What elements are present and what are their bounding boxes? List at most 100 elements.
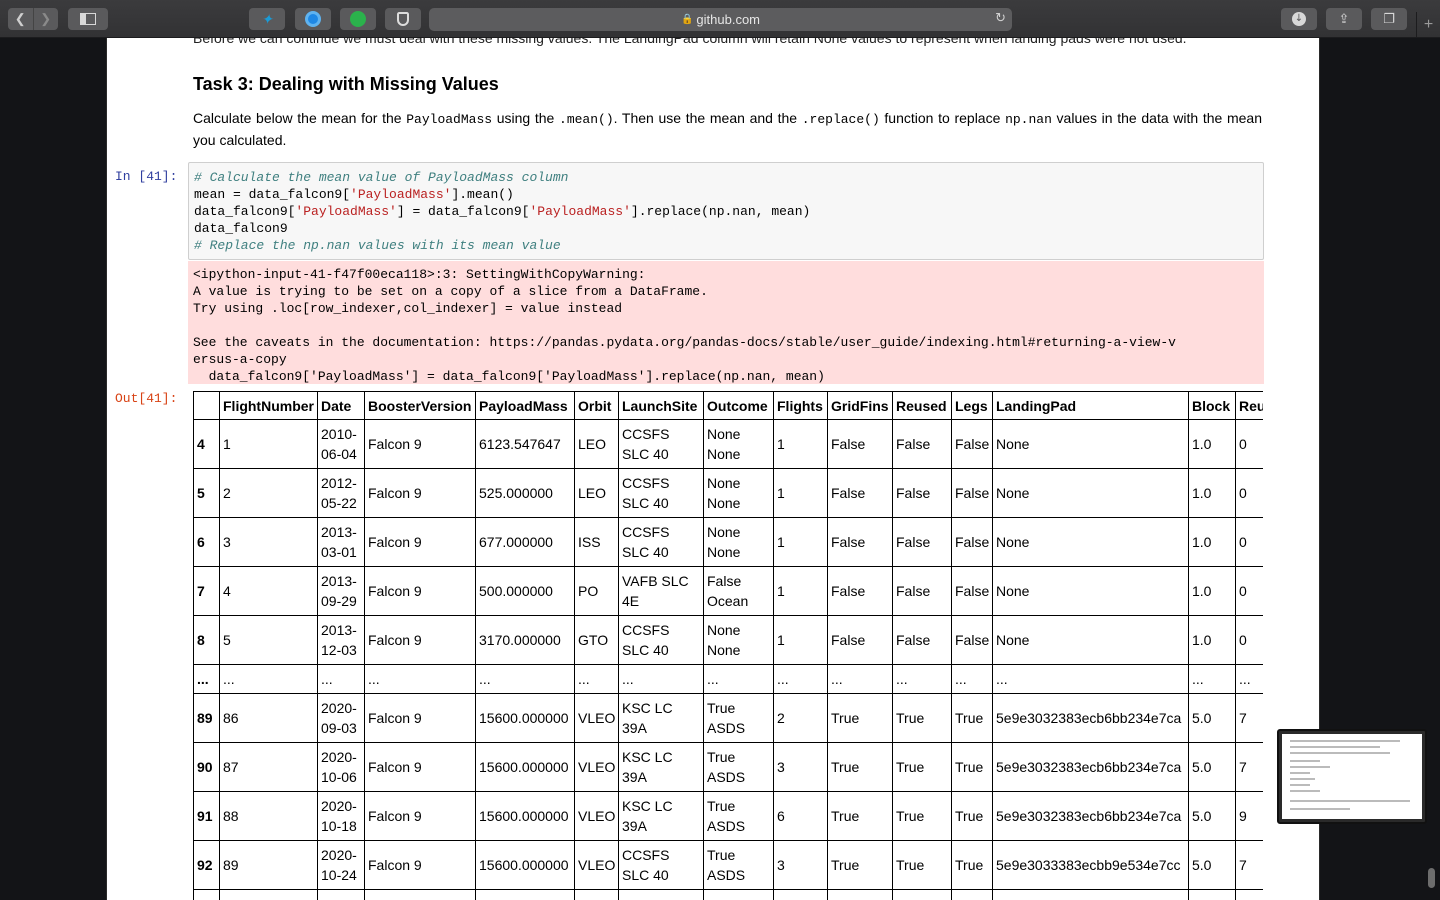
section-heading: Task 3: Dealing with Missing Values: [193, 74, 499, 94]
table-cell: [992, 889, 1189, 900]
row-index: 8: [193, 615, 220, 665]
row-index: [193, 889, 220, 900]
table-cell: False: [892, 468, 952, 518]
table-cell: CCSFS SLC 40: [618, 419, 704, 469]
table-cell: False: [951, 517, 993, 567]
table-cell: 9: [1235, 791, 1263, 841]
grammarly-icon: [350, 11, 366, 27]
lock-icon: 🔒: [680, 14, 694, 25]
table-cell: 5.0: [1188, 840, 1236, 890]
column-header: Outcome: [703, 391, 774, 420]
table-cell: Falcon 9: [364, 517, 476, 567]
table-cell: ...: [827, 664, 893, 694]
accessibility-icon: ✦: [261, 11, 273, 27]
browser-toolbar: ❮ ❯ ✦ 🔒 github.com ↻ ↓ ⇪ ❐ +: [0, 0, 1440, 38]
table-cell: 2020-10-24: [317, 840, 365, 890]
table-cell: True: [827, 791, 893, 841]
table-cell: 1: [773, 468, 828, 518]
table-cell: Falcon 9: [364, 468, 476, 518]
table-cell: 1: [773, 566, 828, 616]
table-cell: [951, 889, 993, 900]
table-cell: False: [951, 615, 993, 665]
table-cell: False: [951, 419, 993, 469]
table-cell: ...: [773, 664, 828, 694]
table-cell: ...: [618, 664, 704, 694]
table-cell: LEO: [574, 468, 619, 518]
table-cell: CCSFS SLC 40: [618, 840, 704, 890]
warning-line: See the caveats in the documentation: ht…: [193, 335, 1176, 350]
table-cell: 5.0: [1188, 693, 1236, 743]
table-row: 5 2 2012-05-22 Falcon 9 525.000000 LEO CCSFS S…: [193, 468, 1263, 518]
column-header: BoosterVersion: [364, 391, 476, 420]
downloads-button[interactable]: ↓: [1281, 8, 1317, 30]
table-cell: True: [827, 693, 893, 743]
table-row: 89 86 2020-09-03 Falcon 9 15600.000000 VLEO KS…: [193, 693, 1263, 743]
column-header: Date: [317, 391, 365, 420]
table-cell: ...: [574, 664, 619, 694]
table-row: 8 5 2013-12-03 Falcon 9 3170.000000 GTO CCSFS …: [193, 615, 1263, 665]
table-cell: True ASDS: [703, 742, 774, 792]
table-cell: None None: [703, 468, 774, 518]
table-cell: GTO: [574, 615, 619, 665]
table-cell: None: [992, 517, 1189, 567]
table-cell: 2: [219, 468, 318, 518]
column-header: LaunchSite: [618, 391, 704, 420]
extension-button-4[interactable]: [385, 8, 421, 30]
new-tab-button[interactable]: +: [1416, 12, 1440, 38]
table-cell: [773, 889, 828, 900]
table-cell: ...: [364, 664, 476, 694]
table-cell: ...: [703, 664, 774, 694]
row-index: 4: [193, 419, 220, 469]
table-row: ........................................…: [193, 664, 1263, 694]
table-cell: ...: [992, 664, 1189, 694]
table-cell: False: [827, 419, 893, 469]
table-row: 7 4 2013-09-29 Falcon 9 500.000000 PO VAFB SLC…: [193, 566, 1263, 616]
table-cell: 86: [219, 693, 318, 743]
table-cell: None None: [703, 419, 774, 469]
table-cell: 15600.000000: [475, 693, 575, 743]
code-cell[interactable]: # Calculate the mean value of PayloadMas…: [188, 162, 1264, 260]
table-cell: LEO: [574, 419, 619, 469]
row-index: 91: [193, 791, 220, 841]
tabs-overview-button[interactable]: ❐: [1371, 8, 1407, 30]
table-cell: True: [827, 840, 893, 890]
table-cell: 6123.547647: [475, 419, 575, 469]
address-bar[interactable]: 🔒 github.com ↻: [429, 8, 1012, 31]
input-prompt: In [41]:: [115, 169, 178, 184]
warning-line: ersus-a-copy: [193, 352, 287, 367]
table-cell: 5: [219, 615, 318, 665]
column-header: Legs: [951, 391, 993, 420]
table-cell: 6: [773, 791, 828, 841]
forward-button[interactable]: ❯: [32, 8, 59, 30]
table-cell: 87: [219, 742, 318, 792]
warning-line: Try using .loc[row_indexer,col_indexer] …: [193, 301, 623, 316]
table-cell: None: [992, 615, 1189, 665]
notebook-page: Before we can continue we must deal with…: [106, 38, 1320, 900]
table-cell: 2013-03-01: [317, 517, 365, 567]
extension-button-2[interactable]: [295, 8, 331, 30]
shield-icon: [397, 12, 409, 26]
table-cell: 677.000000: [475, 517, 575, 567]
table-cell: Falcon 9: [364, 791, 476, 841]
table-cell: True ASDS: [703, 693, 774, 743]
table-cell: True ASDS: [703, 791, 774, 841]
table-cell: ...: [317, 664, 365, 694]
extension-button-3[interactable]: [340, 8, 376, 30]
reload-icon[interactable]: ↻: [995, 11, 1006, 26]
table-cell: 5e9e3032383ecb6bb234e7ca: [992, 791, 1189, 841]
warning-line: <ipython-input-41-f47f00eca118>:3: Setti…: [193, 267, 646, 282]
table-cell: KSC LC 39A: [618, 742, 704, 792]
share-button[interactable]: ⇪: [1326, 8, 1362, 30]
back-button[interactable]: ❮: [8, 8, 33, 30]
table-cell: KSC LC 39A: [618, 791, 704, 841]
screenshot-thumbnail[interactable]: [1277, 729, 1427, 824]
scrollbar-thumb[interactable]: [1428, 868, 1435, 888]
row-index: ...: [193, 664, 220, 694]
table-cell: False: [951, 468, 993, 518]
table-cell: 5e9e3032383ecb6bb234e7ca: [992, 742, 1189, 792]
sidebar-toggle-button[interactable]: [68, 8, 108, 30]
table-cell: 1: [773, 517, 828, 567]
extension-button-1[interactable]: ✦: [249, 8, 285, 30]
circle-icon: [305, 11, 321, 27]
table-cell: VLEO: [574, 693, 619, 743]
